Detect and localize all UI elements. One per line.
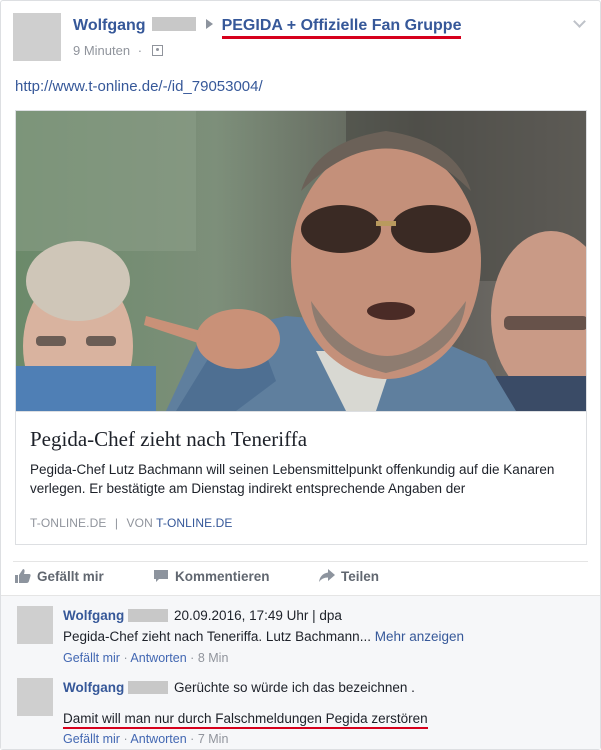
speech-bubble-icon	[154, 570, 168, 582]
show-more-link[interactable]: Mehr anzeigen	[375, 629, 464, 644]
comment-text-continued: Damit will man nur durch Falschmeldungen…	[63, 711, 428, 729]
comment-button[interactable]: Kommentieren	[153, 569, 270, 584]
author-avatar[interactable]	[13, 13, 61, 61]
post-actions-bar: Gefällt mir Kommentieren Teilen	[13, 561, 588, 595]
chevron-down-icon[interactable]	[572, 15, 586, 29]
commenter-avatar[interactable]	[17, 678, 53, 716]
group-link[interactable]: PEGIDA + Offizielle Fan Gruppe	[221, 17, 462, 39]
link-preview-body: Pegida-Chef zieht nach Teneriffa Pegida-…	[16, 411, 586, 544]
comment-reply-link[interactable]: Antworten	[130, 651, 186, 665]
source-separator: |	[114, 516, 119, 530]
comment-text: Gerüchte so würde ich das bezeichnen .	[174, 680, 415, 695]
author-name[interactable]: Wolfgang	[73, 17, 146, 34]
post-header: Wolfgang PEGIDA + Offizielle Fan Gruppe 9…	[13, 13, 588, 61]
share-label: Teilen	[341, 569, 380, 584]
redaction-block	[151, 17, 196, 31]
feed-post: Wolfgang PEGIDA + Offizielle Fan Gruppe 9…	[0, 0, 601, 750]
comment-author[interactable]: Wolfgang	[63, 680, 124, 695]
link-preview-source: T-ONLINE.DE | VON T-ONLINE.DE	[30, 516, 233, 530]
comment-label: Kommentieren	[175, 569, 270, 584]
source-by-label: VON	[126, 516, 153, 530]
comment-line-2: Damit will man nur durch Falschmeldungen…	[63, 711, 428, 729]
comment-reply-link[interactable]: Antworten	[130, 732, 186, 746]
post-title-line: Wolfgang PEGIDA + Offizielle Fan Gruppe	[73, 17, 462, 39]
meta-dot: ·	[190, 732, 195, 746]
comment-author[interactable]: Wolfgang	[63, 608, 124, 623]
meta-dot: ·	[137, 43, 143, 58]
link-preview-image[interactable]	[16, 111, 586, 411]
share-button[interactable]: Teilen	[319, 569, 379, 584]
comment-line-1: Wolfgang Gerüchte so würde ich das bezei…	[63, 680, 415, 695]
comment-meta: Gefällt mir · Antworten · 7 Min	[63, 732, 228, 746]
link-preview-description: Pegida-Chef Lutz Bachmann will seinen Le…	[30, 462, 555, 496]
post-link-text[interactable]: http://www.t-online.de/-/id_79053004/	[15, 78, 263, 95]
like-button[interactable]: Gefällt mir	[15, 569, 104, 584]
comment-line-1: Wolfgang 20.09.2016, 17:49 Uhr | dpa	[63, 608, 342, 623]
comment-meta: Gefällt mir · Antworten · 8 Min	[63, 651, 228, 665]
meta-dot: ·	[190, 651, 195, 665]
comment-text: 20.09.2016, 17:49 Uhr | dpa	[174, 608, 342, 623]
comment-like-link[interactable]: Gefällt mir	[63, 651, 120, 665]
source-domain: T-ONLINE.DE	[30, 516, 107, 530]
comment-like-link[interactable]: Gefällt mir	[63, 732, 120, 746]
comment-time[interactable]: 7 Min	[198, 732, 229, 746]
commenter-avatar[interactable]	[17, 606, 53, 644]
comment-text-continued: Pegida-Chef zieht nach Teneriffa. Lutz B…	[63, 629, 371, 644]
link-preview-title[interactable]: Pegida-Chef zieht nach Teneriffa	[30, 427, 307, 452]
like-label: Gefällt mir	[37, 569, 104, 584]
comments-section: Wolfgang 20.09.2016, 17:49 Uhr | dpa Peg…	[1, 595, 600, 749]
comment-time[interactable]: 8 Min	[198, 651, 229, 665]
link-preview-card[interactable]: Pegida-Chef zieht nach Teneriffa Pegida-…	[15, 110, 587, 545]
photo-illustration	[16, 111, 586, 411]
post-meta: 9 Minuten ·	[73, 43, 163, 58]
meta-dot: ·	[123, 651, 128, 665]
comment-line-2: Pegida-Chef zieht nach Teneriffa. Lutz B…	[63, 629, 464, 644]
redaction-block	[128, 609, 169, 622]
arrow-right-icon	[205, 19, 213, 29]
audience-icon[interactable]	[151, 45, 163, 56]
share-arrow-icon	[319, 569, 335, 582]
post-timestamp[interactable]: 9 Minuten	[73, 43, 130, 58]
source-link[interactable]: T-ONLINE.DE	[156, 516, 232, 530]
thumbs-up-icon	[15, 569, 31, 583]
redaction-block	[128, 681, 169, 694]
meta-dot: ·	[123, 732, 128, 746]
